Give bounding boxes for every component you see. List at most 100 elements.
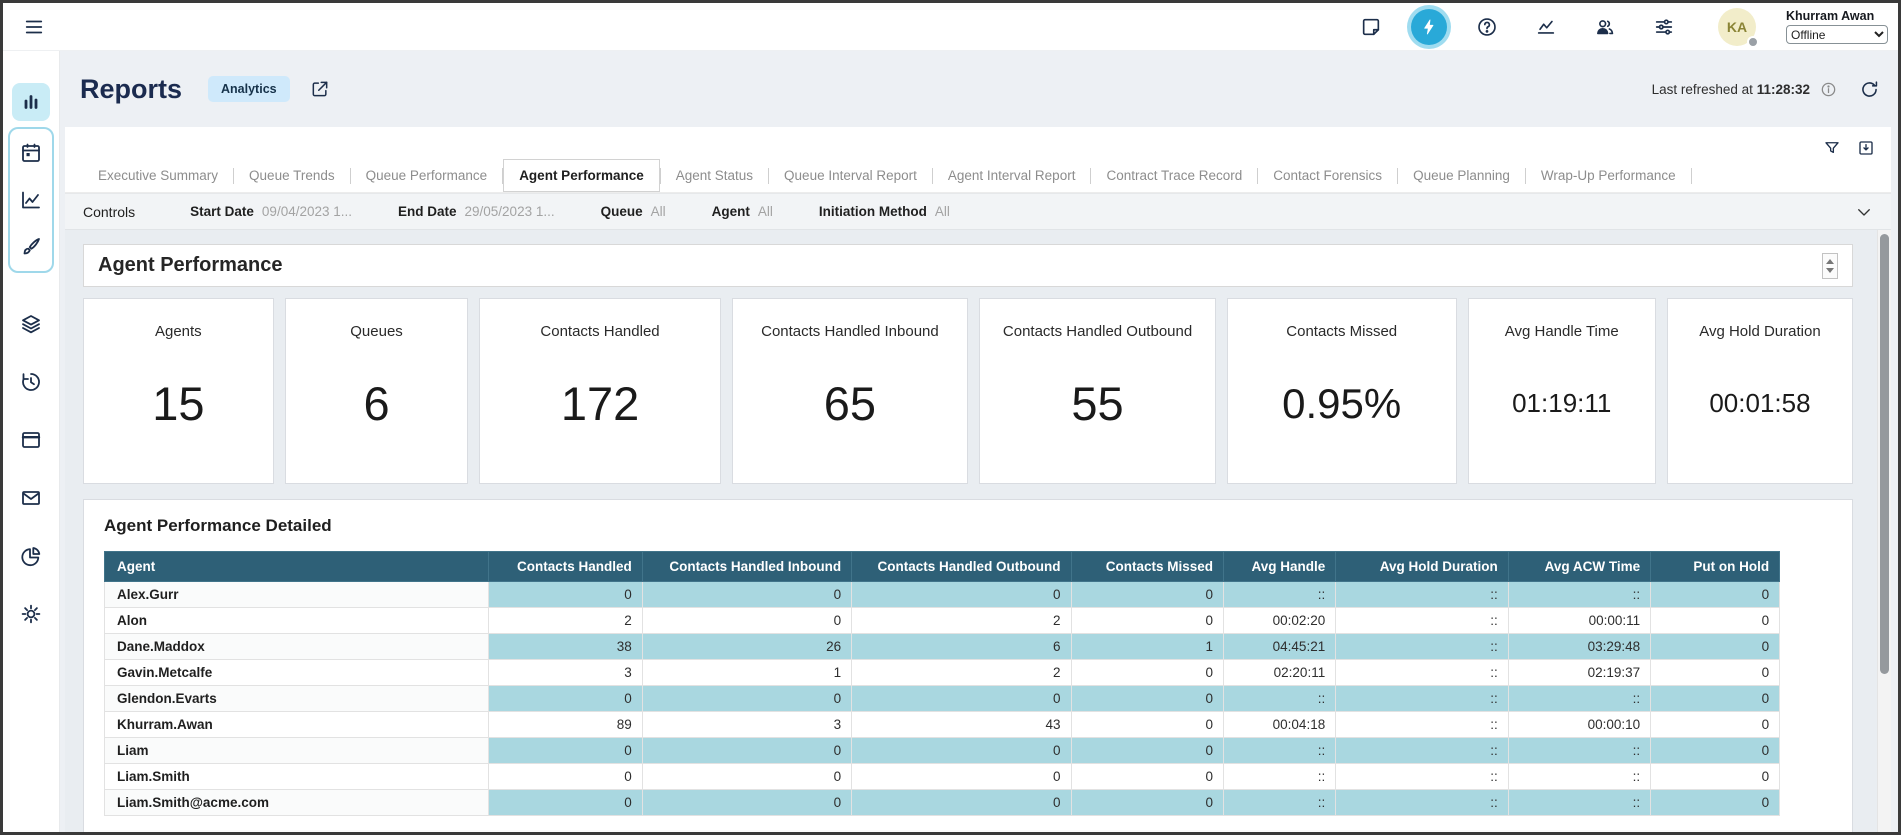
download-button[interactable]	[1857, 139, 1875, 157]
agent-status-select[interactable]: Offline	[1786, 25, 1888, 44]
kpi-card-contacts-handled-inbound: Contacts Handled Inbound65	[732, 298, 969, 484]
value-cell: 0	[1071, 738, 1223, 764]
line-chart-icon	[19, 188, 43, 212]
tab-queue-interval-report[interactable]: Queue Interval Report	[769, 160, 932, 191]
last-refreshed: Last refreshed at 11:28:32	[1652, 79, 1880, 100]
value-cell: 6	[852, 634, 1071, 660]
tab-contract-trace-record[interactable]: Contract Trace Record	[1091, 160, 1257, 191]
tab-wrap-up-performance[interactable]: Wrap-Up Performance	[1526, 160, 1691, 191]
value-cell: 2	[852, 608, 1071, 634]
menu-button[interactable]	[15, 8, 53, 46]
metrics-button[interactable]	[1527, 8, 1565, 46]
control-agent[interactable]: AgentAll	[712, 204, 773, 219]
tab-agent-interval-report[interactable]: Agent Interval Report	[933, 160, 1091, 191]
tab-queue-performance[interactable]: Queue Performance	[351, 160, 503, 191]
value-cell: 0	[1651, 712, 1780, 738]
tab-executive-summary[interactable]: Executive Summary	[83, 160, 233, 191]
kpi-label: Avg Handle Time	[1505, 323, 1619, 340]
value-cell: ::	[1508, 738, 1650, 764]
value-cell: 3	[642, 712, 851, 738]
column-header-contacts-handled-inbound: Contacts Handled Inbound	[642, 552, 851, 582]
control-value: 09/04/2023 1...	[262, 204, 352, 219]
value-cell: 03:29:48	[1508, 634, 1650, 660]
history-icon	[19, 370, 43, 394]
column-header-contacts-missed: Contacts Missed	[1071, 552, 1223, 582]
value-cell: 0	[642, 738, 851, 764]
value-cell: 0	[642, 686, 851, 712]
scrollbar-thumb[interactable]	[1880, 234, 1889, 674]
sidebar-item-line-chart[interactable]	[12, 181, 50, 219]
tab-agent-status[interactable]: Agent Status	[661, 160, 768, 191]
table-row-alex.gurr: Alex.Gurr0000::::::0	[105, 582, 1780, 608]
value-cell: ::	[1508, 790, 1650, 816]
kpi-label: Contacts Handled Outbound	[1003, 323, 1192, 340]
top-bar: KA Khurram Awan Offline	[3, 3, 1898, 51]
section-title: Agent Performance	[98, 254, 283, 277]
layers-icon	[19, 312, 43, 336]
avatar[interactable]: KA	[1718, 8, 1756, 46]
control-label: Start Date	[190, 204, 254, 219]
bolt-button[interactable]	[1411, 9, 1447, 45]
value-cell: 02:19:37	[1508, 660, 1650, 686]
section-stepper[interactable]	[1822, 253, 1838, 279]
controls-collapse-chevron-down-icon[interactable]	[1855, 203, 1873, 221]
kpi-value: 55	[1071, 340, 1123, 483]
control-initiation-method[interactable]: Initiation MethodAll	[819, 204, 950, 219]
control-value: All	[651, 204, 666, 219]
column-header-put-on-hold: Put on Hold	[1651, 552, 1780, 582]
kpi-card-agents: Agents15	[83, 298, 274, 484]
tab-queue-trends[interactable]: Queue Trends	[234, 160, 350, 191]
sidebar-item-pie-chart[interactable]	[12, 537, 50, 575]
control-end-date[interactable]: End Date29/05/2023 1...	[398, 204, 555, 219]
sidebar-item-layers[interactable]	[12, 305, 50, 343]
refresh-button[interactable]	[1859, 79, 1880, 100]
page-title: Reports	[80, 74, 182, 105]
sidebar-item-design[interactable]	[12, 228, 50, 266]
stepper-up-icon[interactable]	[1826, 259, 1834, 264]
menu-icon	[23, 16, 45, 38]
value-cell: 0	[642, 790, 851, 816]
sidebar-item-window[interactable]	[12, 421, 50, 459]
stepper-down-icon[interactable]	[1826, 268, 1834, 273]
sidebar-item-gear[interactable]	[12, 595, 50, 633]
kpi-value: 65	[824, 340, 876, 483]
tab-queue-planning[interactable]: Queue Planning	[1398, 160, 1525, 191]
detail-title: Agent Performance Detailed	[104, 516, 1832, 536]
calendar-icon	[19, 141, 43, 165]
agent-name-cell: Khurram.Awan	[105, 712, 489, 738]
tab-agent-performance[interactable]: Agent Performance	[503, 159, 660, 192]
chevron-down-icon	[1855, 203, 1873, 221]
value-cell: 0	[1071, 582, 1223, 608]
metrics-icon	[1535, 16, 1557, 38]
value-cell: 38	[488, 634, 642, 660]
help-button[interactable]	[1468, 8, 1506, 46]
column-header-agent: Agent	[105, 552, 489, 582]
note-button[interactable]	[1352, 8, 1390, 46]
value-cell: ::	[1223, 582, 1335, 608]
sliders-button[interactable]	[1645, 8, 1683, 46]
value-cell: 00:04:18	[1223, 712, 1335, 738]
help-icon	[1476, 16, 1498, 38]
value-cell: 0	[1071, 660, 1223, 686]
column-header-contacts-handled: Contacts Handled	[488, 552, 642, 582]
filter-button[interactable]	[1823, 139, 1841, 157]
sidebar-item-calendar[interactable]	[12, 134, 50, 172]
column-header-avg-handle: Avg Handle	[1223, 552, 1335, 582]
report-canvas: Agent Performance Agents15Queues6Contact…	[65, 230, 1891, 832]
info-icon[interactable]	[1820, 81, 1837, 98]
tab-separator	[1691, 168, 1692, 184]
value-cell: 0	[488, 764, 642, 790]
vertical-scrollbar[interactable]	[1877, 230, 1891, 832]
value-cell: ::	[1336, 738, 1509, 764]
reports-panel: Executive SummaryQueue TrendsQueue Perfo…	[65, 127, 1891, 832]
control-queue[interactable]: QueueAll	[601, 204, 666, 219]
sidebar-item-mail[interactable]	[12, 479, 50, 517]
sidebar-item-bar-chart[interactable]	[12, 83, 50, 121]
users-button[interactable]	[1586, 8, 1624, 46]
control-start-date[interactable]: Start Date 09/04/2023 1...	[190, 204, 352, 219]
sidebar-item-history[interactable]	[12, 363, 50, 401]
kpi-label: Contacts Handled	[540, 323, 659, 340]
kpi-card-contacts-missed: Contacts Missed0.95%	[1227, 298, 1457, 484]
tab-contact-forensics[interactable]: Contact Forensics	[1258, 160, 1397, 191]
external-link-icon[interactable]	[310, 79, 330, 99]
